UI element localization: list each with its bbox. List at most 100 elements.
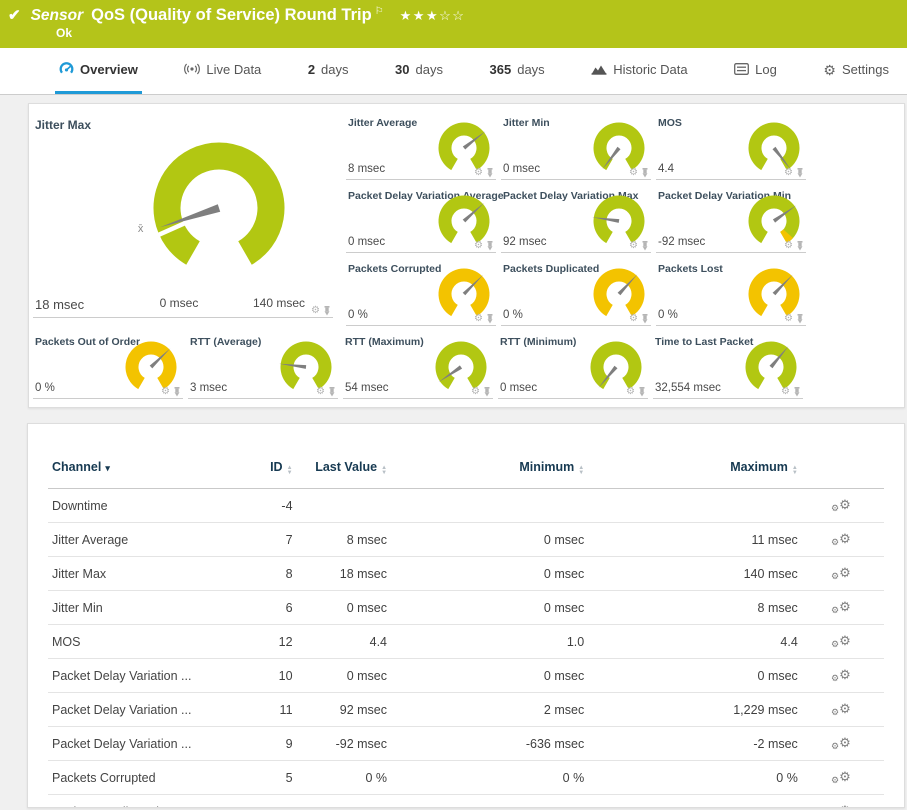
pin-icon[interactable] [796, 241, 804, 251]
gauge-tile[interactable]: Jitter Min0 msec⚙ [501, 115, 651, 180]
tile-gear-icon[interactable]: ⚙ [474, 241, 483, 251]
pin-icon[interactable] [486, 241, 494, 251]
pin-icon[interactable] [641, 241, 649, 251]
channel-name-cell[interactable]: Packets Corrupted [48, 761, 233, 795]
tile-gear-icon[interactable]: ⚙ [474, 168, 483, 178]
channel-name-cell[interactable]: Jitter Min [48, 591, 233, 625]
channel-settings-icon[interactable]: ⚙⚙ [835, 600, 851, 614]
tile-gear-icon[interactable]: ⚙ [474, 314, 483, 324]
gauge-tile[interactable]: RTT (Average)3 msec⚙ [188, 334, 338, 399]
pin-icon[interactable] [486, 314, 494, 324]
table-row[interactable]: Jitter Average78 msec0 msec11 msec⚙⚙ [48, 523, 884, 557]
gauge-tile[interactable]: Jitter Average8 msec⚙ [346, 115, 496, 180]
channel-settings-icon[interactable]: ⚙⚙ [835, 702, 851, 716]
gauge-tile[interactable]: Time to Last Packet32,554 msec⚙ [653, 334, 803, 399]
gauge-tile[interactable]: Packet Delay Variation Average0 msec⚙ [346, 188, 496, 253]
channel-name-cell[interactable]: Jitter Average [48, 523, 233, 557]
gauge-tile[interactable]: RTT (Maximum)54 msec⚙ [343, 334, 493, 399]
tile-actions[interactable]: ⚙ [784, 241, 804, 251]
tab-2-days[interactable]: 2 days [304, 48, 353, 94]
gauge-tile-jitter-max[interactable]: Jitter Max x̄ 0 msec 140 msec 18 msec ⚙ [33, 112, 333, 318]
tile-gear-icon[interactable]: ⚙ [626, 387, 635, 397]
tab-30-days[interactable]: 30 days [391, 48, 447, 94]
tile-actions[interactable]: ⚙ [161, 387, 181, 397]
table-row[interactable]: Jitter Min60 msec0 msec8 msec⚙⚙ [48, 591, 884, 625]
col-header-minimum[interactable]: Minimum▲▼ [391, 456, 588, 489]
pin-icon[interactable] [641, 314, 649, 324]
pin-icon[interactable] [796, 168, 804, 178]
tile-actions[interactable]: ⚙ [626, 387, 646, 397]
pin-icon[interactable] [641, 168, 649, 178]
tile-actions[interactable]: ⚙ [471, 387, 491, 397]
tile-gear-icon[interactable]: ⚙ [629, 168, 638, 178]
col-header-id[interactable]: ID▲▼ [233, 456, 297, 489]
gauge-tile[interactable]: Packet Delay Variation Min-92 msec⚙ [656, 188, 806, 253]
tile-gear-icon[interactable]: ⚙ [471, 387, 480, 397]
table-row[interactable]: Packets Corrupted50 %0 %0 %⚙⚙ [48, 761, 884, 795]
table-row[interactable]: MOS124.41.04.4⚙⚙ [48, 625, 884, 659]
table-row[interactable]: Jitter Max818 msec0 msec140 msec⚙⚙ [48, 557, 884, 591]
pin-icon[interactable] [173, 387, 181, 397]
pin-icon[interactable] [328, 387, 336, 397]
tile-actions[interactable]: ⚙ [311, 306, 331, 316]
channel-name-cell[interactable]: Packet Delay Variation ... [48, 727, 233, 761]
tab-365-days[interactable]: 365 days [486, 48, 549, 94]
pin-icon[interactable] [483, 387, 491, 397]
tile-actions[interactable]: ⚙ [474, 241, 494, 251]
tile-gear-icon[interactable]: ⚙ [784, 241, 793, 251]
pin-icon[interactable] [323, 306, 331, 316]
channel-settings-icon[interactable]: ⚙⚙ [835, 498, 851, 512]
gauge-tile[interactable]: Packets Duplicated0 %⚙ [501, 261, 651, 326]
flag-icon[interactable]: ⚐ [375, 6, 384, 17]
tab-log[interactable]: Log [730, 48, 781, 94]
gauge-tile[interactable]: Packets Lost0 %⚙ [656, 261, 806, 326]
table-row[interactable]: Downtime-4⚙⚙ [48, 489, 884, 523]
pin-icon[interactable] [793, 387, 801, 397]
channel-settings-icon[interactable]: ⚙⚙ [835, 566, 851, 580]
channel-name-cell[interactable]: Jitter Max [48, 557, 233, 591]
tile-gear-icon[interactable]: ⚙ [784, 314, 793, 324]
tab-historic-data[interactable]: Historic Data [587, 48, 691, 94]
tile-actions[interactable]: ⚙ [474, 314, 494, 324]
col-header-maximum[interactable]: Maximum▲▼ [588, 456, 802, 489]
channel-settings-icon[interactable]: ⚙⚙ [835, 736, 851, 750]
tile-gear-icon[interactable]: ⚙ [781, 387, 790, 397]
col-header-last-value[interactable]: Last Value▲▼ [297, 456, 391, 489]
gauge-tile[interactable]: RTT (Minimum)0 msec⚙ [498, 334, 648, 399]
table-row[interactable]: Packet Delay Variation ...1192 msec2 mse… [48, 693, 884, 727]
pin-icon[interactable] [486, 168, 494, 178]
tile-actions[interactable]: ⚙ [629, 168, 649, 178]
col-header-channel[interactable]: Channel▾ [48, 456, 233, 489]
table-row[interactable]: Packet Delay Variation ...100 msec0 msec… [48, 659, 884, 693]
tab-settings[interactable]: ⚙ Settings [819, 48, 893, 94]
tile-actions[interactable]: ⚙ [781, 387, 801, 397]
table-row[interactable]: Packet Delay Variation ...9-92 msec-636 … [48, 727, 884, 761]
gauge-tile[interactable]: Packet Delay Variation Max92 msec⚙ [501, 188, 651, 253]
pin-icon[interactable] [638, 387, 646, 397]
gauge-tile[interactable]: Packets Out of Order0 %⚙ [33, 334, 183, 399]
gauge-tile[interactable]: Packets Corrupted0 %⚙ [346, 261, 496, 326]
tile-gear-icon[interactable]: ⚙ [311, 306, 320, 316]
table-row[interactable]: Packets Duplicated40 %0 %0 %⚙⚙ [48, 795, 884, 809]
tile-actions[interactable]: ⚙ [784, 314, 804, 324]
channel-name-cell[interactable]: Downtime [48, 489, 233, 523]
tile-gear-icon[interactable]: ⚙ [316, 387, 325, 397]
tab-overview[interactable]: Overview [55, 48, 142, 94]
pin-icon[interactable] [796, 314, 804, 324]
channel-name-cell[interactable]: Packet Delay Variation ... [48, 693, 233, 727]
tile-actions[interactable]: ⚙ [629, 241, 649, 251]
tile-actions[interactable]: ⚙ [629, 314, 649, 324]
channel-settings-icon[interactable]: ⚙⚙ [835, 804, 851, 808]
channel-settings-icon[interactable]: ⚙⚙ [835, 668, 851, 682]
tile-gear-icon[interactable]: ⚙ [161, 387, 170, 397]
channel-name-cell[interactable]: MOS [48, 625, 233, 659]
tile-actions[interactable]: ⚙ [316, 387, 336, 397]
tile-actions[interactable]: ⚙ [784, 168, 804, 178]
tile-gear-icon[interactable]: ⚙ [629, 241, 638, 251]
channel-settings-icon[interactable]: ⚙⚙ [835, 770, 851, 784]
tab-live-data[interactable]: Live Data [180, 48, 265, 94]
star-rating[interactable]: ★★★☆☆ [400, 8, 466, 24]
tile-gear-icon[interactable]: ⚙ [784, 168, 793, 178]
channel-settings-icon[interactable]: ⚙⚙ [835, 532, 851, 546]
channel-name-cell[interactable]: Packet Delay Variation ... [48, 659, 233, 693]
